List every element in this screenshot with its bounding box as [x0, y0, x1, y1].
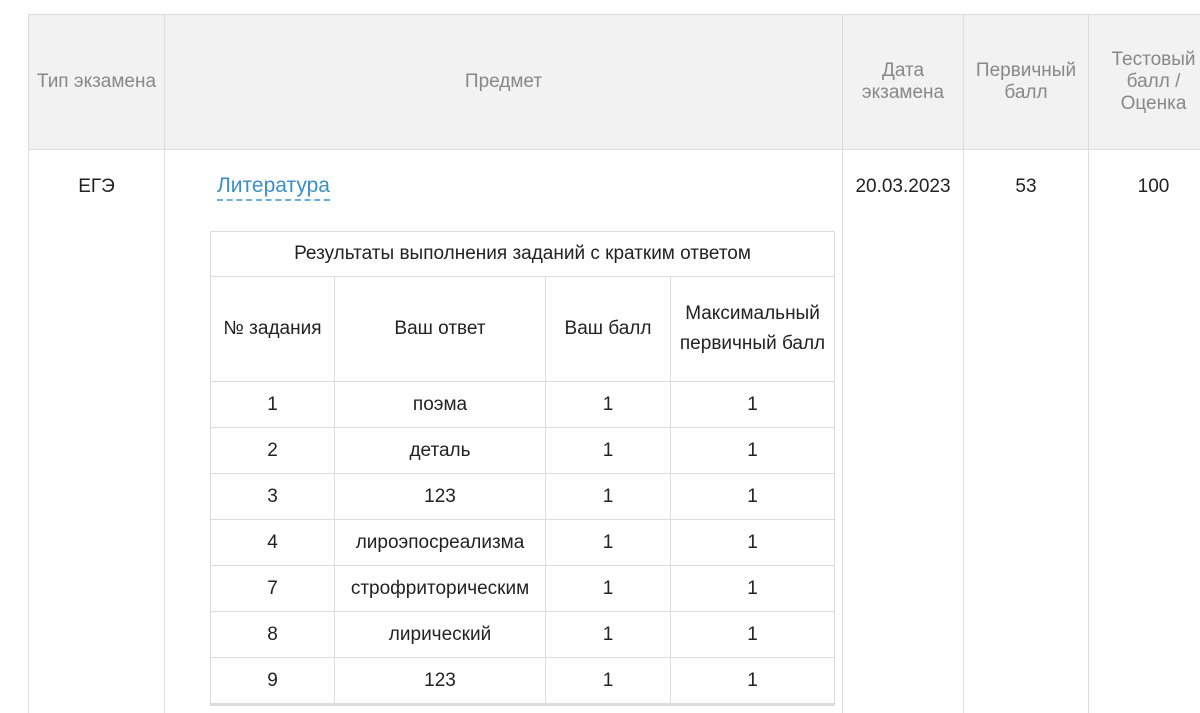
score-cell: 1 — [545, 519, 671, 566]
answer-cell: деталь — [334, 427, 546, 474]
max-score-cell: 1 — [669, 473, 836, 520]
short-answer-header-row: № задания Ваш ответ Ваш балл Максимальны… — [210, 276, 836, 382]
score-cell: 1 — [545, 565, 671, 612]
column-header-max-score: Максимальный первичный балл — [669, 276, 836, 382]
answer-cell: лирический — [334, 611, 546, 658]
max-score-cell: 1 — [669, 565, 836, 612]
answer-cell: 123 — [334, 657, 546, 706]
score-cell: 1 — [545, 473, 671, 520]
score-cell: 1 — [545, 611, 671, 658]
table-row: 7 строфриторическим 1 1 — [210, 565, 836, 612]
table-row: 4 лироэпосреализма 1 1 — [210, 519, 836, 566]
score-cell: 1 — [545, 427, 671, 474]
exam-date-cell: 20.03.2023 — [842, 149, 964, 713]
column-header-subject: Предмет — [164, 14, 843, 150]
column-header-test-score: Тестовый балл / Оценка — [1088, 14, 1200, 150]
results-page: Тип экзамена Предмет Дата экзамена Перви… — [0, 0, 1200, 713]
subject-cell: Литература Результаты выполнения заданий… — [164, 149, 843, 713]
exam-date-value: 20.03.2023 — [855, 176, 951, 197]
test-score-value: 100 — [1137, 176, 1170, 197]
table-row: 9 123 1 1 — [210, 657, 836, 706]
column-header-primary-score: Первичный балл — [963, 14, 1089, 150]
subject-link[interactable]: Литература — [217, 174, 330, 201]
test-score-cell: 100 — [1088, 149, 1200, 713]
answer-cell: лироэпосреализма — [334, 519, 546, 566]
column-header-your-answer: Ваш ответ — [334, 276, 546, 382]
column-header-task-number: № задания — [210, 276, 335, 382]
task-number-cell: 7 — [210, 565, 335, 612]
column-header-exam-type: Тип экзамена — [28, 14, 165, 150]
max-score-cell: 1 — [669, 427, 836, 474]
task-number-cell: 9 — [210, 657, 335, 706]
task-number-cell: 8 — [210, 611, 335, 658]
exam-results-table: Тип экзамена Предмет Дата экзамена Перви… — [28, 14, 1200, 713]
table-row: 8 лирический 1 1 — [210, 611, 836, 658]
exam-type-cell: ЕГЭ — [28, 149, 165, 713]
max-score-cell: 1 — [669, 381, 836, 428]
primary-score-cell: 53 — [963, 149, 1089, 713]
table-row: 1 поэма 1 1 — [210, 381, 836, 428]
task-number-cell: 4 — [210, 519, 335, 566]
max-score-cell: 1 — [669, 611, 836, 658]
task-number-cell: 2 — [210, 427, 335, 474]
table-row: 3 123 1 1 — [210, 473, 836, 520]
short-answer-caption-row: Результаты выполнения заданий с кратким … — [209, 231, 836, 277]
column-header-exam-date: Дата экзамена — [842, 14, 964, 150]
task-number-cell: 1 — [210, 381, 335, 428]
answer-cell: 123 — [334, 473, 546, 520]
max-score-cell: 1 — [669, 519, 836, 566]
score-cell: 1 — [545, 657, 671, 706]
answer-cell: поэма — [334, 381, 546, 428]
exam-results-header-row: Тип экзамена Предмет Дата экзамена Перви… — [28, 14, 1200, 150]
exam-row: ЕГЭ Литература Результаты выполнения зад… — [28, 149, 1200, 713]
column-header-your-score: Ваш балл — [545, 276, 671, 382]
short-answer-results-table: Результаты выполнения заданий с кратким … — [209, 231, 836, 706]
table-row: 2 деталь 1 1 — [210, 427, 836, 474]
answer-cell: строфриторическим — [334, 565, 546, 612]
task-number-cell: 3 — [210, 473, 335, 520]
exam-type-value: ЕГЭ — [78, 176, 115, 197]
max-score-cell: 1 — [669, 657, 836, 706]
score-cell: 1 — [545, 381, 671, 428]
short-answer-caption: Результаты выполнения заданий с кратким … — [209, 231, 836, 277]
primary-score-value: 53 — [1015, 176, 1037, 197]
